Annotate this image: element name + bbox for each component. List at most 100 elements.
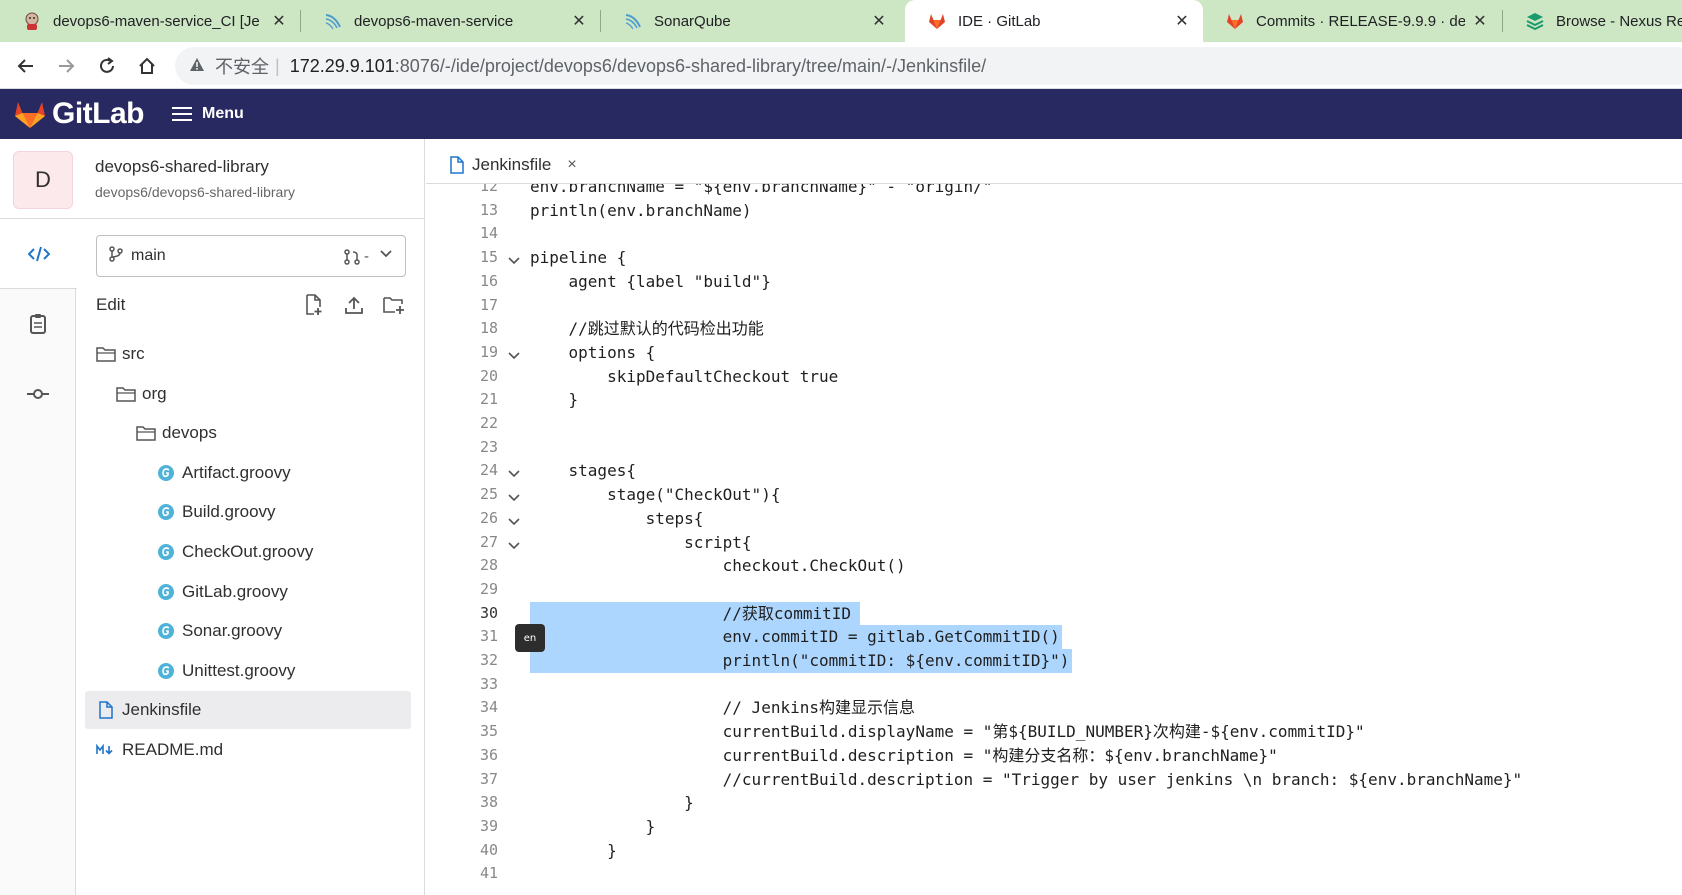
- code-line[interactable]: 28 checkout.CheckOut(): [426, 554, 1682, 578]
- edit-mode-button[interactable]: [0, 219, 77, 289]
- code-line[interactable]: 17: [426, 294, 1682, 318]
- line-number: 40: [479, 840, 498, 859]
- close-icon[interactable]: ×: [567, 156, 576, 174]
- fold-chevron-icon[interactable]: [508, 513, 520, 525]
- review-mode-button[interactable]: [0, 289, 76, 359]
- fold-chevron-icon[interactable]: [508, 252, 520, 265]
- code-line[interactable]: 27 script{: [426, 531, 1682, 555]
- code-line[interactable]: 38 }: [426, 791, 1682, 815]
- code-line[interactable]: 37 //currentBuild.description = "Trigger…: [426, 768, 1682, 792]
- reload-icon[interactable]: [93, 52, 121, 80]
- code-line[interactable]: 22: [426, 412, 1682, 436]
- fold-chevron-icon[interactable]: [508, 537, 520, 549]
- tree-file[interactable]: Sonar.groovy: [156, 612, 282, 650]
- code-line[interactable]: 31 env.commitID = gitlab.GetCommitID(): [426, 625, 1682, 649]
- code-line[interactable]: 36 currentBuild.description = "构建分支名称：${…: [426, 744, 1682, 768]
- branch-dropdown[interactable]: main -: [96, 235, 406, 277]
- project-name[interactable]: devops6-shared-library: [95, 157, 269, 177]
- tree-file[interactable]: GitLab.groovy: [156, 573, 288, 611]
- merge-request-selector[interactable]: -: [344, 248, 369, 265]
- code-line[interactable]: 24 stages{: [426, 459, 1682, 483]
- fold-chevron-icon[interactable]: [508, 489, 520, 502]
- code-line[interactable]: 29: [426, 578, 1682, 602]
- line-number: 38: [479, 793, 498, 812]
- code-line[interactable]: 33: [426, 673, 1682, 697]
- tree-folder[interactable]: src: [96, 335, 145, 373]
- code-line[interactable]: 32 println("commitID: ${env.commitID}"): [426, 649, 1682, 673]
- line-number: 32: [479, 651, 498, 669]
- gitlab-header: GitLab Menu: [0, 89, 1682, 139]
- code-line[interactable]: 40 }: [426, 839, 1682, 863]
- hamburger-icon: [172, 103, 192, 125]
- tree-file[interactable]: README.md: [96, 731, 223, 769]
- tree-file[interactable]: Build.groovy: [156, 493, 276, 531]
- home-icon[interactable]: [133, 52, 161, 80]
- line-number: 18: [479, 319, 498, 338]
- browser-tab-sonarqube[interactable]: SonarQube ✕: [601, 0, 900, 42]
- code-line[interactable]: 19 options {: [426, 341, 1682, 365]
- code-text: skipDefaultCheckout true: [530, 366, 839, 386]
- browser-tab-sonar-project[interactable]: devops6-maven-service ✕: [301, 0, 600, 42]
- close-icon[interactable]: ✕: [270, 11, 288, 31]
- close-icon[interactable]: ✕: [1471, 11, 1489, 31]
- code-line[interactable]: 35 currentBuild.displayName = "第${BUILD_…: [426, 720, 1682, 744]
- fold-chevron-icon[interactable]: [508, 347, 520, 360]
- code-line[interactable]: 25 stage("CheckOut"){: [426, 483, 1682, 507]
- browser-tab-jenkins[interactable]: devops6-maven-service_CI [Je ✕: [0, 0, 300, 42]
- code-line[interactable]: 13 println(env.branchName): [426, 199, 1682, 223]
- code-editor[interactable]: 12 env.branchName = "${env.branchName}" -…: [426, 184, 1682, 895]
- line-number: 22: [479, 414, 498, 432]
- code-text: options {: [530, 342, 656, 362]
- address-bar[interactable]: 不安全 | 172.29.9.101 :8076/-/ide/project/d…: [175, 47, 1682, 85]
- code-text: steps{: [530, 508, 704, 528]
- code-text: // Jenkins构建显示信息: [530, 698, 915, 718]
- tree-file[interactable]: Artifact.groovy: [156, 454, 291, 492]
- code-line[interactable]: 18 //跳过默认的代码检出功能: [426, 317, 1682, 341]
- code-line[interactable]: 16 agent {label "build"}: [426, 270, 1682, 294]
- upload-icon[interactable]: [342, 293, 366, 317]
- line-number: 26: [479, 508, 498, 527]
- browser-tab-commits[interactable]: Commits · RELEASE-9.9.9 · dev ✕: [1203, 0, 1501, 42]
- editor-tab-bar: Jenkinsfile ×: [426, 139, 1682, 184]
- browser-tab-nexus[interactable]: Browse - Nexus Re: [1503, 0, 1682, 42]
- menu-button[interactable]: Menu: [172, 103, 244, 125]
- commit-mode-button[interactable]: [0, 359, 76, 429]
- code-line[interactable]: 15 pipeline {: [426, 246, 1682, 270]
- gitlab-logo[interactable]: GitLab: [14, 97, 145, 131]
- tree-item-label: README.md: [122, 740, 224, 759]
- code-line[interactable]: 20 skipDefaultCheckout true: [426, 365, 1682, 389]
- forward-arrow-icon[interactable]: [52, 52, 80, 80]
- groovy-file-icon: [156, 621, 176, 641]
- back-arrow-icon[interactable]: [12, 52, 40, 80]
- code-line[interactable]: 30 //获取commitID: [426, 602, 1682, 626]
- code-line[interactable]: 21 }: [426, 388, 1682, 412]
- close-icon[interactable]: ✕: [870, 11, 888, 31]
- new-folder-icon[interactable]: [382, 293, 406, 317]
- code-line[interactable]: 23: [426, 436, 1682, 460]
- commit-icon: [27, 389, 49, 399]
- code-line[interactable]: 34 // Jenkins构建显示信息: [426, 696, 1682, 720]
- tree-file[interactable]: Jenkinsfile: [85, 691, 411, 730]
- code-line[interactable]: 39 }: [426, 815, 1682, 839]
- close-icon[interactable]: ✕: [570, 11, 588, 31]
- browser-tab-gitlab-ide[interactable]: IDE · GitLab ✕: [905, 0, 1203, 42]
- fold-chevron-icon[interactable]: [508, 465, 520, 478]
- jenkins-icon: [22, 11, 42, 31]
- editor-tab-jenkinsfile[interactable]: Jenkinsfile ×: [446, 147, 587, 184]
- project-avatar[interactable]: D: [13, 151, 73, 209]
- close-icon[interactable]: ✕: [1173, 11, 1191, 31]
- tree-item-label: Artifact.groovy: [182, 462, 291, 482]
- clipboard-icon: [30, 314, 46, 334]
- code-line[interactable]: 26 steps{: [426, 507, 1682, 531]
- tree-file[interactable]: CheckOut.groovy: [156, 533, 313, 571]
- code-line[interactable]: 14: [426, 222, 1682, 246]
- tree-file[interactable]: Unittest.groovy: [156, 652, 295, 690]
- activity-bar: [0, 219, 77, 895]
- tree-folder[interactable]: org: [116, 375, 167, 413]
- browser-tab-title: devops6-maven-service: [354, 12, 514, 30]
- tree-folder[interactable]: devops: [136, 414, 217, 452]
- code-line[interactable]: 12 env.branchName = "${env.branchName}" -…: [426, 184, 1682, 199]
- code-text: env.branchName = "${env.branchName}" - "…: [530, 184, 993, 196]
- new-file-icon[interactable]: [302, 293, 326, 317]
- code-line[interactable]: 41: [426, 862, 1682, 886]
